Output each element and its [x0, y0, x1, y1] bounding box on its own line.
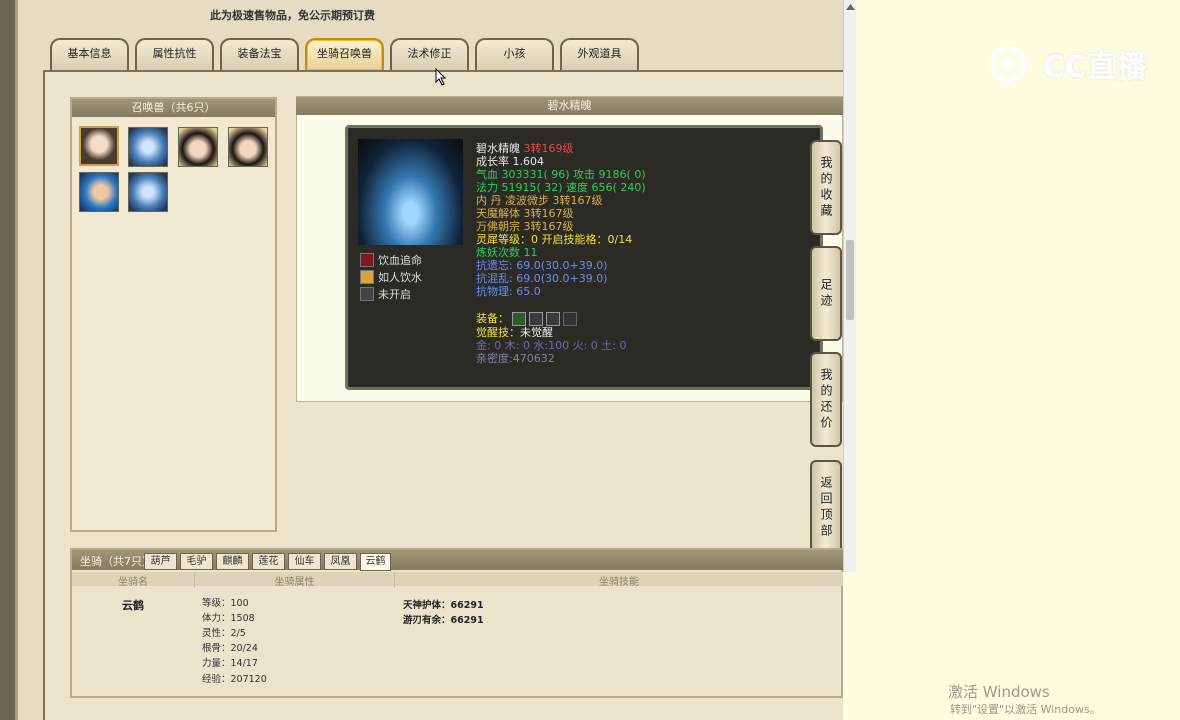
pet-portrait: [358, 139, 463, 245]
mount-stat: 力量：14/17: [202, 658, 258, 669]
pet-avatar[interactable]: [79, 172, 119, 212]
water-skill-icon: [360, 270, 374, 284]
favorites-button[interactable]: 我的收藏: [810, 140, 842, 235]
my-offers-button-label: 我的还价: [819, 367, 833, 432]
skill-item: 未开启: [360, 286, 411, 302]
stream-watermark-logo: CC直播: [988, 42, 1147, 86]
mount-stat: 等级：100: [202, 598, 249, 609]
mount-tab[interactable]: 凤凰: [324, 553, 357, 570]
pet-detail-title: 碧水精魄: [296, 97, 843, 115]
stat-line: 内 丹 凌波微步 3转167级: [476, 194, 603, 207]
mount-tab[interactable]: 仙车: [288, 553, 321, 570]
mount-stat: 灵性：2/5: [202, 628, 246, 639]
equip-slot-icon[interactable]: [512, 312, 526, 326]
skill-item[interactable]: 如人饮水: [360, 269, 422, 285]
awaken-label: 觉醒技：: [476, 326, 520, 339]
stat-line: 气血 303331( 96) 攻击 9186( 0): [476, 168, 646, 181]
my-offers-button[interactable]: 我的还价: [810, 352, 842, 447]
pet-avatar[interactable]: [228, 127, 268, 167]
mount-column-headers: 坐骑名 坐骑属性 坐骑技能: [72, 572, 843, 588]
tab-appearance[interactable]: 外观道具: [560, 38, 639, 70]
equip-label: 装备：: [476, 311, 509, 325]
col-mount-attr: 坐骑属性: [194, 573, 394, 588]
scrollbar[interactable]: [843, 0, 856, 572]
col-mount-name: 坐骑名: [118, 577, 148, 588]
mount-skill: 天神护体：66291: [403, 600, 484, 611]
mount-skill: 游刃有余：66291: [403, 615, 484, 626]
stat-line: 抗遗忘: 69.0(30.0+39.0): [476, 259, 608, 272]
stat-line: 成长率 1.604: [476, 155, 544, 168]
pet-avatar[interactable]: [178, 127, 218, 167]
pet-list-title: 召唤兽（共6只）: [72, 99, 275, 117]
stat-line: 法力 51915( 32) 速度 656( 240): [476, 181, 646, 194]
back-to-top-button-label: 返回顶部: [819, 475, 833, 540]
mount-stat: 经验：207120: [202, 674, 267, 685]
mouse-cursor-icon: [435, 68, 447, 86]
stat-line: 灵犀等级：0 开启技能格：0/14: [476, 233, 633, 246]
activate-windows-subtitle: 转到"设置"以激活 Windows。: [950, 703, 1101, 716]
mount-tab[interactable]: 毛驴: [180, 553, 213, 570]
mount-stat: 体力：1508: [202, 613, 255, 624]
scroll-up-icon[interactable]: [846, 4, 855, 10]
mount-tab-active[interactable]: 云鹤: [360, 553, 391, 571]
pet-level: 3转169级: [523, 142, 574, 155]
footprint-button-label: 足迹: [819, 277, 833, 310]
pet-name: 碧水精魄: [476, 142, 520, 155]
tab-mounts-pets[interactable]: 坐骑召唤兽: [305, 38, 384, 70]
stat-line: 抗物理: 65.0: [476, 285, 541, 298]
stat-line: 万佛朝宗 3转167级: [476, 220, 574, 233]
blood-skill-icon: [360, 253, 374, 267]
mount-list-title: 坐骑（共7只）: [80, 555, 153, 568]
stat-line: 天魔解体 3转167级: [476, 207, 574, 220]
element-values: 金: 0 木: 0 水:100 火: 0 土: 0: [476, 339, 627, 352]
footprint-button[interactable]: 足迹: [810, 246, 842, 341]
intimacy: 亲密度:470632: [476, 352, 555, 365]
stat-line: 抗混乱: 69.0(30.0+39.0): [476, 272, 608, 285]
col-mount-skill: 坐骑技能: [394, 573, 843, 588]
equip-slot-icon[interactable]: [529, 312, 543, 326]
pet-avatar[interactable]: [128, 172, 168, 212]
locked-skill-icon: [360, 287, 374, 301]
pet-avatar[interactable]: [79, 126, 119, 166]
skill-item[interactable]: 饮血追命: [360, 252, 422, 268]
tab-child[interactable]: 小孩: [475, 38, 554, 70]
mount-name: 云鹤: [122, 599, 144, 612]
pet-info-card: 碧水精魄 3转169级 成长率 1.604 气血 303331( 96) 攻击 …: [345, 125, 823, 390]
scrollbar-thumb[interactable]: [846, 240, 854, 320]
mount-tab[interactable]: 莲花: [252, 553, 285, 570]
mount-tab[interactable]: 葫芦: [144, 553, 177, 570]
window-left-border: [0, 0, 18, 720]
tab-attributes[interactable]: 属性抗性: [135, 38, 214, 70]
awaken-value: 未觉醒: [520, 326, 553, 339]
equip-slot-icon[interactable]: [563, 312, 577, 326]
sale-notice: 此为极速售物品，免公示期预订费: [210, 9, 375, 22]
mount-stat: 根骨：20/24: [202, 643, 258, 654]
favorites-button-label: 我的收藏: [819, 155, 833, 220]
activate-windows-title: 激活 Windows: [948, 683, 1050, 701]
back-to-top-button[interactable]: 返回顶部: [810, 460, 842, 555]
pet-avatar[interactable]: [128, 127, 168, 167]
tab-equipment[interactable]: 装备法宝: [220, 38, 299, 70]
tab-spell-correction[interactable]: 法术修正: [390, 38, 469, 70]
mount-tab[interactable]: 麒麟: [216, 553, 249, 570]
tab-basic-info[interactable]: 基本信息: [50, 38, 129, 70]
cc-logo-icon: [990, 46, 1026, 82]
equip-slot-icon[interactable]: [546, 312, 560, 326]
stat-line: 炼妖次数 11: [476, 246, 538, 259]
